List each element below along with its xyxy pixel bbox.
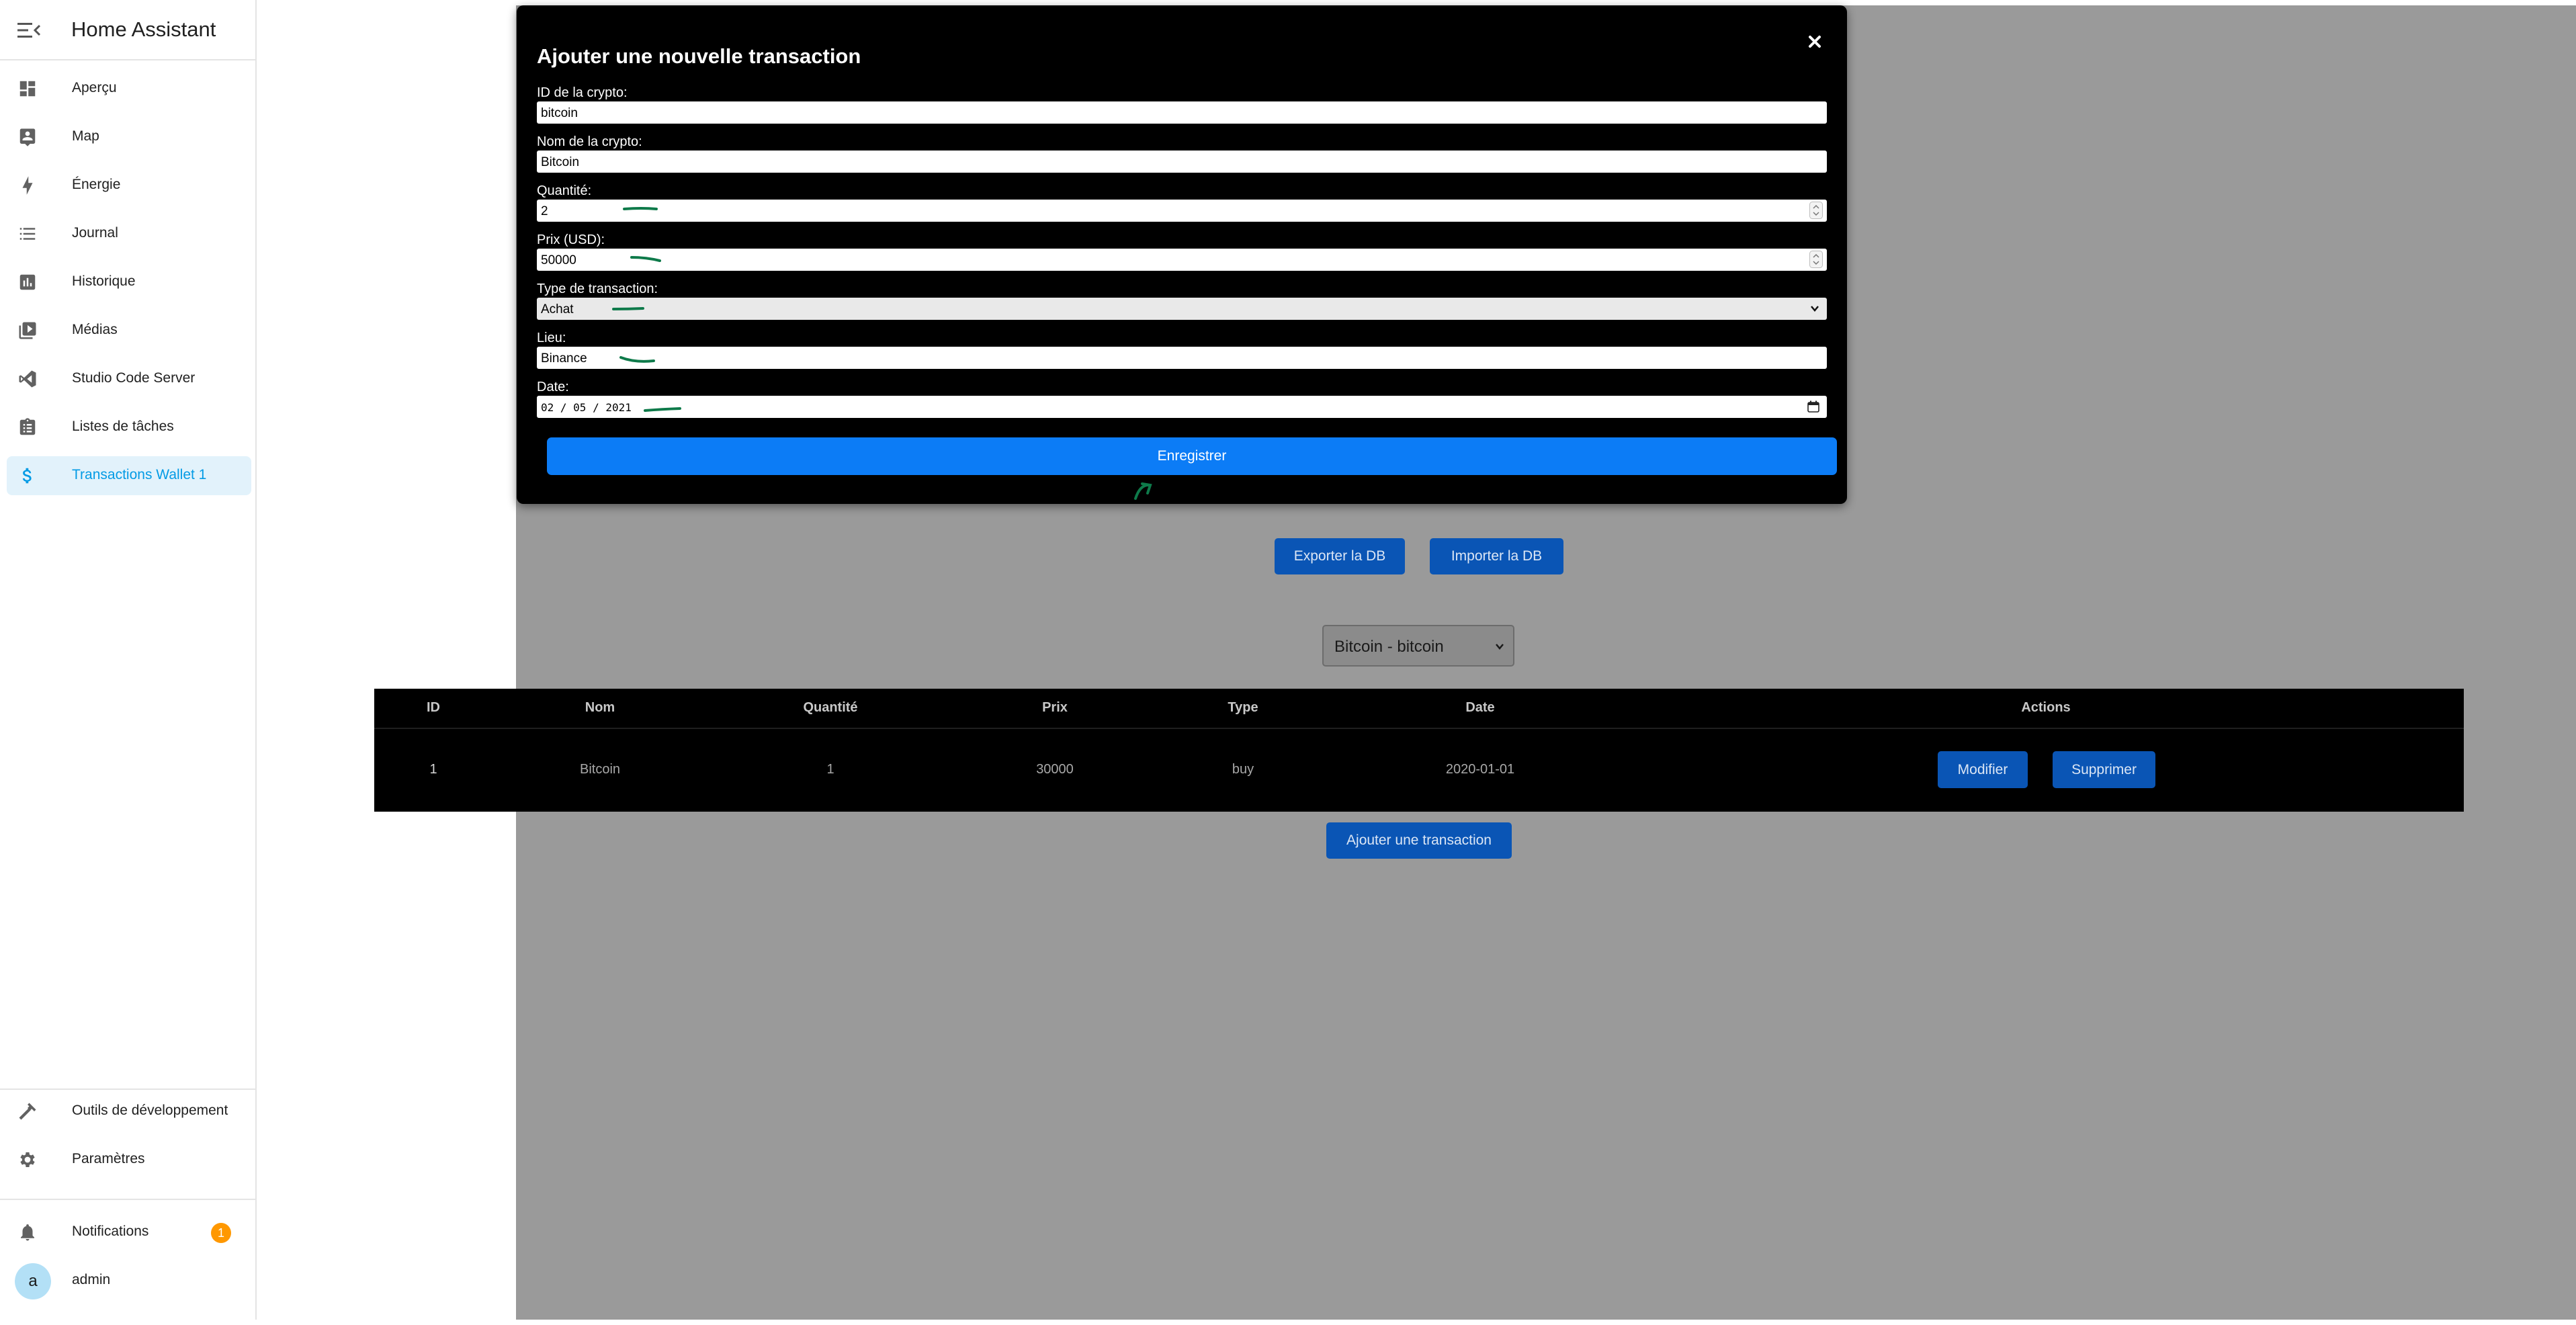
sidebar: Home Assistant Aperçu Map Énergie Journa… bbox=[0, 0, 257, 1320]
number-spinner-icon[interactable] bbox=[1809, 202, 1823, 219]
chevron-down-icon bbox=[1811, 306, 1819, 312]
column-header-quantite: Quantité bbox=[803, 700, 858, 715]
sidebar-item-listes-de-taches[interactable]: Listes de tâches bbox=[7, 408, 251, 447]
add-transaction-button[interactable]: Ajouter une transaction bbox=[1326, 822, 1512, 859]
sidebar-item-label: Listes de tâches bbox=[72, 419, 174, 434]
sidebar-header: Home Assistant bbox=[0, 0, 255, 60]
list-icon bbox=[19, 228, 36, 240]
crypto-id-input[interactable]: bitcoin bbox=[537, 101, 1827, 124]
sidebar-item-medias[interactable]: Médias bbox=[7, 311, 251, 350]
sidebar-item-user[interactable]: a admin bbox=[7, 1261, 251, 1300]
column-header-prix: Prix bbox=[1042, 700, 1068, 715]
chevron-down-icon bbox=[1496, 644, 1504, 650]
quantity-value: 2 bbox=[541, 204, 548, 218]
crypto-id-value: bitcoin bbox=[541, 106, 578, 120]
sidebar-item-transactions-wallet-1[interactable]: Transactions Wallet 1 bbox=[7, 456, 251, 495]
supprimer-button[interactable]: Supprimer bbox=[2053, 751, 2155, 788]
notification-count-badge: 1 bbox=[211, 1223, 231, 1243]
dashboard-icon bbox=[19, 81, 36, 97]
sidebar-item-dev-tools[interactable]: Outils de développement bbox=[7, 1092, 251, 1131]
modifier-button[interactable]: Modifier bbox=[1938, 751, 2028, 788]
cell-nom: Bitcoin bbox=[579, 762, 621, 777]
sidebar-item-energie[interactable]: Énergie bbox=[7, 166, 251, 205]
sidebar-item-label: Médias bbox=[72, 322, 118, 337]
date-value: 02 / 05 / 2021 bbox=[541, 401, 632, 414]
column-header-date: Date bbox=[1465, 700, 1495, 715]
sidebar-item-label: Notifications bbox=[72, 1224, 149, 1239]
number-spinner-icon[interactable] bbox=[1809, 251, 1823, 268]
sidebar-item-label: Outils de développement bbox=[72, 1103, 228, 1118]
transaction-type-select[interactable]: Achat bbox=[537, 298, 1827, 320]
sidebar-item-label: Énergie bbox=[72, 177, 121, 192]
clipboard-icon bbox=[19, 418, 36, 435]
sidebar-divider bbox=[0, 1088, 255, 1090]
crypto-select-value: Bitcoin - bitcoin bbox=[1334, 638, 1444, 656]
quantity-label: Quantité: bbox=[537, 183, 592, 198]
crypto-id-label: ID de la crypto: bbox=[537, 85, 628, 100]
lightning-icon bbox=[22, 176, 33, 195]
location-input[interactable]: Binance bbox=[537, 347, 1827, 369]
app-title: Home Assistant bbox=[71, 17, 216, 41]
sidebar-item-label: Map bbox=[72, 128, 99, 144]
add-transaction-modal: Ajouter une nouvelle transaction ID de l… bbox=[517, 5, 1847, 504]
sidebar-item-studio-code-server[interactable]: Studio Code Server bbox=[7, 359, 251, 398]
table-header-divider bbox=[374, 728, 2464, 729]
sidebar-item-label: Transactions Wallet 1 bbox=[72, 467, 207, 482]
sidebar-item-label: Aperçu bbox=[72, 80, 117, 95]
calendar-icon[interactable] bbox=[1807, 400, 1820, 413]
map-icon bbox=[19, 128, 36, 146]
user-name: admin bbox=[72, 1272, 111, 1287]
sidebar-item-label: Paramètres bbox=[72, 1151, 145, 1166]
column-header-id: ID bbox=[427, 700, 440, 715]
price-value: 50000 bbox=[541, 253, 576, 267]
column-header-type: Type bbox=[1228, 700, 1258, 715]
crypto-name-input[interactable]: Bitcoin bbox=[537, 151, 1827, 173]
sidebar-item-label: Studio Code Server bbox=[72, 370, 196, 386]
price-label: Prix (USD): bbox=[537, 232, 605, 247]
column-header-nom: Nom bbox=[585, 700, 615, 715]
crypto-name-label: Nom de la crypto: bbox=[537, 134, 642, 149]
location-label: Lieu: bbox=[537, 331, 566, 345]
sidebar-item-parametres[interactable]: Paramètres bbox=[7, 1140, 251, 1179]
menu-collapse-icon[interactable] bbox=[17, 22, 40, 39]
quantity-input[interactable]: 2 bbox=[537, 200, 1827, 222]
vscode-icon bbox=[19, 370, 36, 388]
column-header-actions: Actions bbox=[2021, 700, 2071, 715]
sidebar-item-historique[interactable]: Historique bbox=[7, 263, 251, 302]
save-button[interactable]: Enregistrer bbox=[547, 437, 1837, 475]
cell-type: buy bbox=[1232, 762, 1254, 777]
date-label: Date: bbox=[537, 380, 569, 394]
price-input[interactable]: 50000 bbox=[537, 249, 1827, 271]
cell-date: 2020-01-01 bbox=[1445, 762, 1515, 777]
crypto-name-value: Bitcoin bbox=[541, 155, 580, 169]
sidebar-item-label: Historique bbox=[72, 273, 136, 289]
close-icon[interactable] bbox=[1805, 32, 1824, 51]
sidebar-divider bbox=[0, 1199, 255, 1200]
sidebar-item-notifications[interactable]: Notifications 1 bbox=[7, 1213, 251, 1252]
bell-icon bbox=[21, 1224, 34, 1241]
cell-quantite: 1 bbox=[826, 762, 834, 777]
modal-title: Ajouter une nouvelle transaction bbox=[537, 44, 861, 68]
transaction-type-value: Achat bbox=[541, 302, 574, 316]
sidebar-item-journal[interactable]: Journal bbox=[7, 214, 251, 253]
crypto-select[interactable]: Bitcoin - bitcoin bbox=[1322, 625, 1514, 667]
transaction-type-label: Type de transaction: bbox=[537, 282, 658, 296]
avatar: a bbox=[15, 1263, 51, 1299]
transactions-table: ID Nom Quantité Prix Type Date Actions 1… bbox=[374, 689, 2464, 812]
cell-id: 1 bbox=[429, 762, 437, 777]
cell-prix: 30000 bbox=[1036, 762, 1074, 777]
sidebar-item-apercu[interactable]: Aperçu bbox=[7, 69, 251, 108]
export-db-button[interactable]: Exporter la DB bbox=[1275, 538, 1405, 574]
sidebar-item-map[interactable]: Map bbox=[7, 118, 251, 157]
import-db-button[interactable]: Importer la DB bbox=[1430, 538, 1563, 574]
location-value: Binance bbox=[541, 351, 587, 366]
sidebar-item-label: Journal bbox=[72, 225, 118, 241]
main-top-strip bbox=[258, 0, 2576, 5]
media-icon bbox=[19, 322, 36, 339]
date-input[interactable]: 02 / 05 / 2021 bbox=[537, 396, 1827, 418]
hammer-icon bbox=[19, 1103, 36, 1120]
gear-icon bbox=[20, 1152, 35, 1167]
chart-icon bbox=[19, 274, 36, 290]
dollar-icon bbox=[22, 468, 32, 484]
